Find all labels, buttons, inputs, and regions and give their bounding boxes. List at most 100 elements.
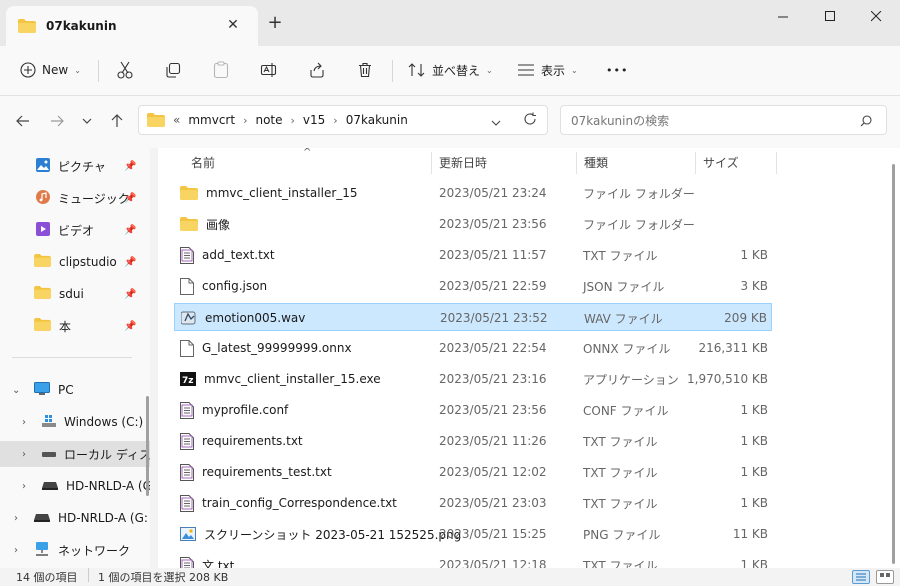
- chevron-right-icon[interactable]: ›: [14, 513, 18, 524]
- sort-button[interactable]: 並べ替え ⌄: [408, 56, 493, 84]
- folder-icon: [34, 286, 51, 302]
- pictures-icon: [36, 157, 50, 175]
- pin-icon[interactable]: 📌: [124, 225, 136, 236]
- file-row[interactable]: 画像 2023/05/21 23:56 ファイル フォルダー: [174, 210, 772, 238]
- sort-icon: [408, 63, 425, 77]
- column-header-size[interactable]: サイズ: [703, 148, 739, 176]
- refresh-button[interactable]: [523, 112, 537, 129]
- share-button[interactable]: [309, 56, 325, 84]
- chevron-down-icon[interactable]: ⌄: [12, 385, 20, 396]
- selection-info: 1 個の項目を選択 208 KB: [98, 571, 229, 584]
- chevron-down-icon: ⌄: [74, 65, 81, 75]
- chevron-right-icon[interactable]: ›: [14, 545, 18, 556]
- details-view-button[interactable]: [852, 570, 870, 584]
- file-row[interactable]: config.json 2023/05/21 22:59 JSON ファイル 3 KB: [174, 272, 772, 300]
- file-list-scrollbar[interactable]: [892, 164, 895, 564]
- address-history-button[interactable]: [491, 115, 501, 129]
- more-options-button[interactable]: •••: [606, 56, 628, 84]
- breadcrumb-07kakunin[interactable]: 07kakunin: [346, 113, 408, 127]
- sidebar-item-book[interactable]: 本 📌: [0, 313, 150, 339]
- file-name: 画像: [206, 217, 231, 232]
- paste-button[interactable]: [213, 56, 229, 84]
- file-row[interactable]: スクリーンショット 2023-05-21 152525.png 2023/05/2…: [174, 520, 772, 548]
- address-bar[interactable]: « mmvcrt › note › v15 › 07kakunin: [138, 105, 548, 135]
- column-divider[interactable]: [576, 152, 577, 174]
- breadcrumb-overflow[interactable]: «: [173, 113, 180, 127]
- new-button[interactable]: New ⌄: [20, 56, 81, 84]
- search-placeholder: 07kakuninの検索: [571, 113, 670, 128]
- chevron-right-icon[interactable]: ›: [22, 481, 26, 492]
- forward-button[interactable]: [44, 108, 70, 134]
- file-row[interactable]: requirements.txt 2023/05/21 11:26 TXT ファイル…: [174, 427, 772, 455]
- close-window-button[interactable]: [853, 6, 899, 26]
- sidebar-item-network[interactable]: › ネットワーク: [0, 537, 150, 563]
- image-file-icon: [180, 527, 196, 541]
- sidebar-item-label: ネットワーク: [58, 543, 131, 558]
- file-size: 1 KB: [740, 465, 768, 479]
- file-row[interactable]: add_text.txt 2023/05/21 11:57 TXT ファイル 1 KB: [174, 241, 772, 269]
- file-row[interactable]: myprofile.conf 2023/05/21 23:56 CONF ファイル 1…: [174, 396, 772, 424]
- column-header-date[interactable]: 更新日時: [439, 148, 487, 176]
- file-row[interactable]: emotion005.wav 2023/05/21 23:52 WAV ファイル 20…: [174, 303, 772, 331]
- sidebar-item-music[interactable]: ミュージック 📌: [0, 185, 150, 211]
- search-input[interactable]: 07kakuninの検索: [560, 105, 887, 135]
- sidebar-item-clipstudio[interactable]: clipstudio 📌: [0, 249, 150, 275]
- column-header-type[interactable]: 種類: [584, 148, 608, 176]
- pin-icon[interactable]: 📌: [124, 257, 136, 268]
- minimize-button[interactable]: [760, 6, 806, 26]
- sidebar-item-label: PC: [58, 383, 74, 397]
- breadcrumb-v15[interactable]: v15: [303, 113, 325, 127]
- pin-icon[interactable]: 📌: [124, 321, 136, 332]
- up-button[interactable]: [104, 108, 130, 134]
- chevron-right-icon[interactable]: ›: [291, 114, 295, 127]
- column-divider[interactable]: [776, 152, 777, 174]
- tab-07kakunin[interactable]: 07kakunin ✕: [6, 6, 258, 46]
- back-button[interactable]: [10, 108, 36, 134]
- 7zip-exe-icon: 7z: [180, 372, 196, 386]
- chevron-right-icon[interactable]: ›: [333, 114, 337, 127]
- file-row[interactable]: mmvc_client_installer_15 2023/05/21 23:24…: [174, 179, 772, 207]
- file-row[interactable]: 7z mmvc_client_installer_15.exe 2023/05/21…: [174, 365, 772, 393]
- file-name: train_config_Correspondence.txt: [202, 496, 397, 510]
- pin-icon[interactable]: 📌: [124, 161, 136, 172]
- chevron-right-icon[interactable]: ›: [22, 449, 26, 460]
- column-divider[interactable]: [695, 152, 696, 174]
- sidebar-item-hd-nrld-a-root[interactable]: › HD-NRLD-A (G:: [0, 505, 150, 531]
- file-row[interactable]: 文.txt 2023/05/21 12:18 TXT ファイル 1 KB: [174, 551, 772, 568]
- videos-icon: [36, 221, 50, 239]
- breadcrumb-note[interactable]: note: [255, 113, 282, 127]
- chevron-right-icon[interactable]: ›: [243, 114, 247, 127]
- sidebar-item-pc[interactable]: ⌄ PC: [0, 377, 150, 403]
- pin-icon[interactable]: 📌: [124, 289, 136, 300]
- arrow-up-icon: [111, 114, 123, 127]
- column-divider[interactable]: [431, 152, 432, 174]
- view-button[interactable]: 表示 ⌄: [517, 56, 578, 84]
- new-tab-button[interactable]: +: [266, 14, 284, 32]
- nav-scrollbar[interactable]: [146, 396, 149, 496]
- close-tab-button[interactable]: ✕: [224, 16, 242, 34]
- file-name: G_latest_99999999.onnx: [202, 341, 352, 355]
- text-file-icon: [180, 401, 194, 419]
- sidebar-item-sdui[interactable]: sdui 📌: [0, 281, 150, 307]
- sidebar-item-hd-nrld-a[interactable]: › HD-NRLD-A (G: [0, 473, 150, 499]
- cut-button[interactable]: [117, 56, 133, 84]
- rename-button[interactable]: [260, 56, 278, 84]
- sidebar-item-pictures[interactable]: ピクチャ 📌: [0, 153, 150, 179]
- sidebar-item-videos[interactable]: ビデオ 📌: [0, 217, 150, 243]
- file-row[interactable]: G_latest_99999999.onnx 2023/05/21 22:54 ON…: [174, 334, 772, 362]
- maximize-button[interactable]: [807, 6, 853, 26]
- file-row[interactable]: train_config_Correspondence.txt 2023/05/2…: [174, 489, 772, 517]
- sidebar-item-local-disk[interactable]: › ローカル ディスク: [0, 441, 150, 467]
- file-date: 2023/05/21 11:26: [439, 434, 547, 448]
- chevron-right-icon[interactable]: ›: [22, 417, 26, 428]
- file-name: mmvc_client_installer_15.exe: [204, 372, 381, 386]
- file-row[interactable]: requirements_test.txt 2023/05/21 12:02 TXT…: [174, 458, 772, 486]
- recent-locations-button[interactable]: [74, 108, 100, 134]
- copy-button[interactable]: [165, 56, 181, 84]
- sidebar-item-windows-c[interactable]: › Windows (C:): [0, 409, 150, 435]
- column-header-name[interactable]: 名前: [191, 148, 215, 176]
- pin-icon[interactable]: 📌: [124, 193, 136, 204]
- tiles-view-button[interactable]: [876, 570, 894, 584]
- delete-button[interactable]: [357, 56, 373, 84]
- breadcrumb-mmvcrt[interactable]: mmvcrt: [188, 113, 235, 127]
